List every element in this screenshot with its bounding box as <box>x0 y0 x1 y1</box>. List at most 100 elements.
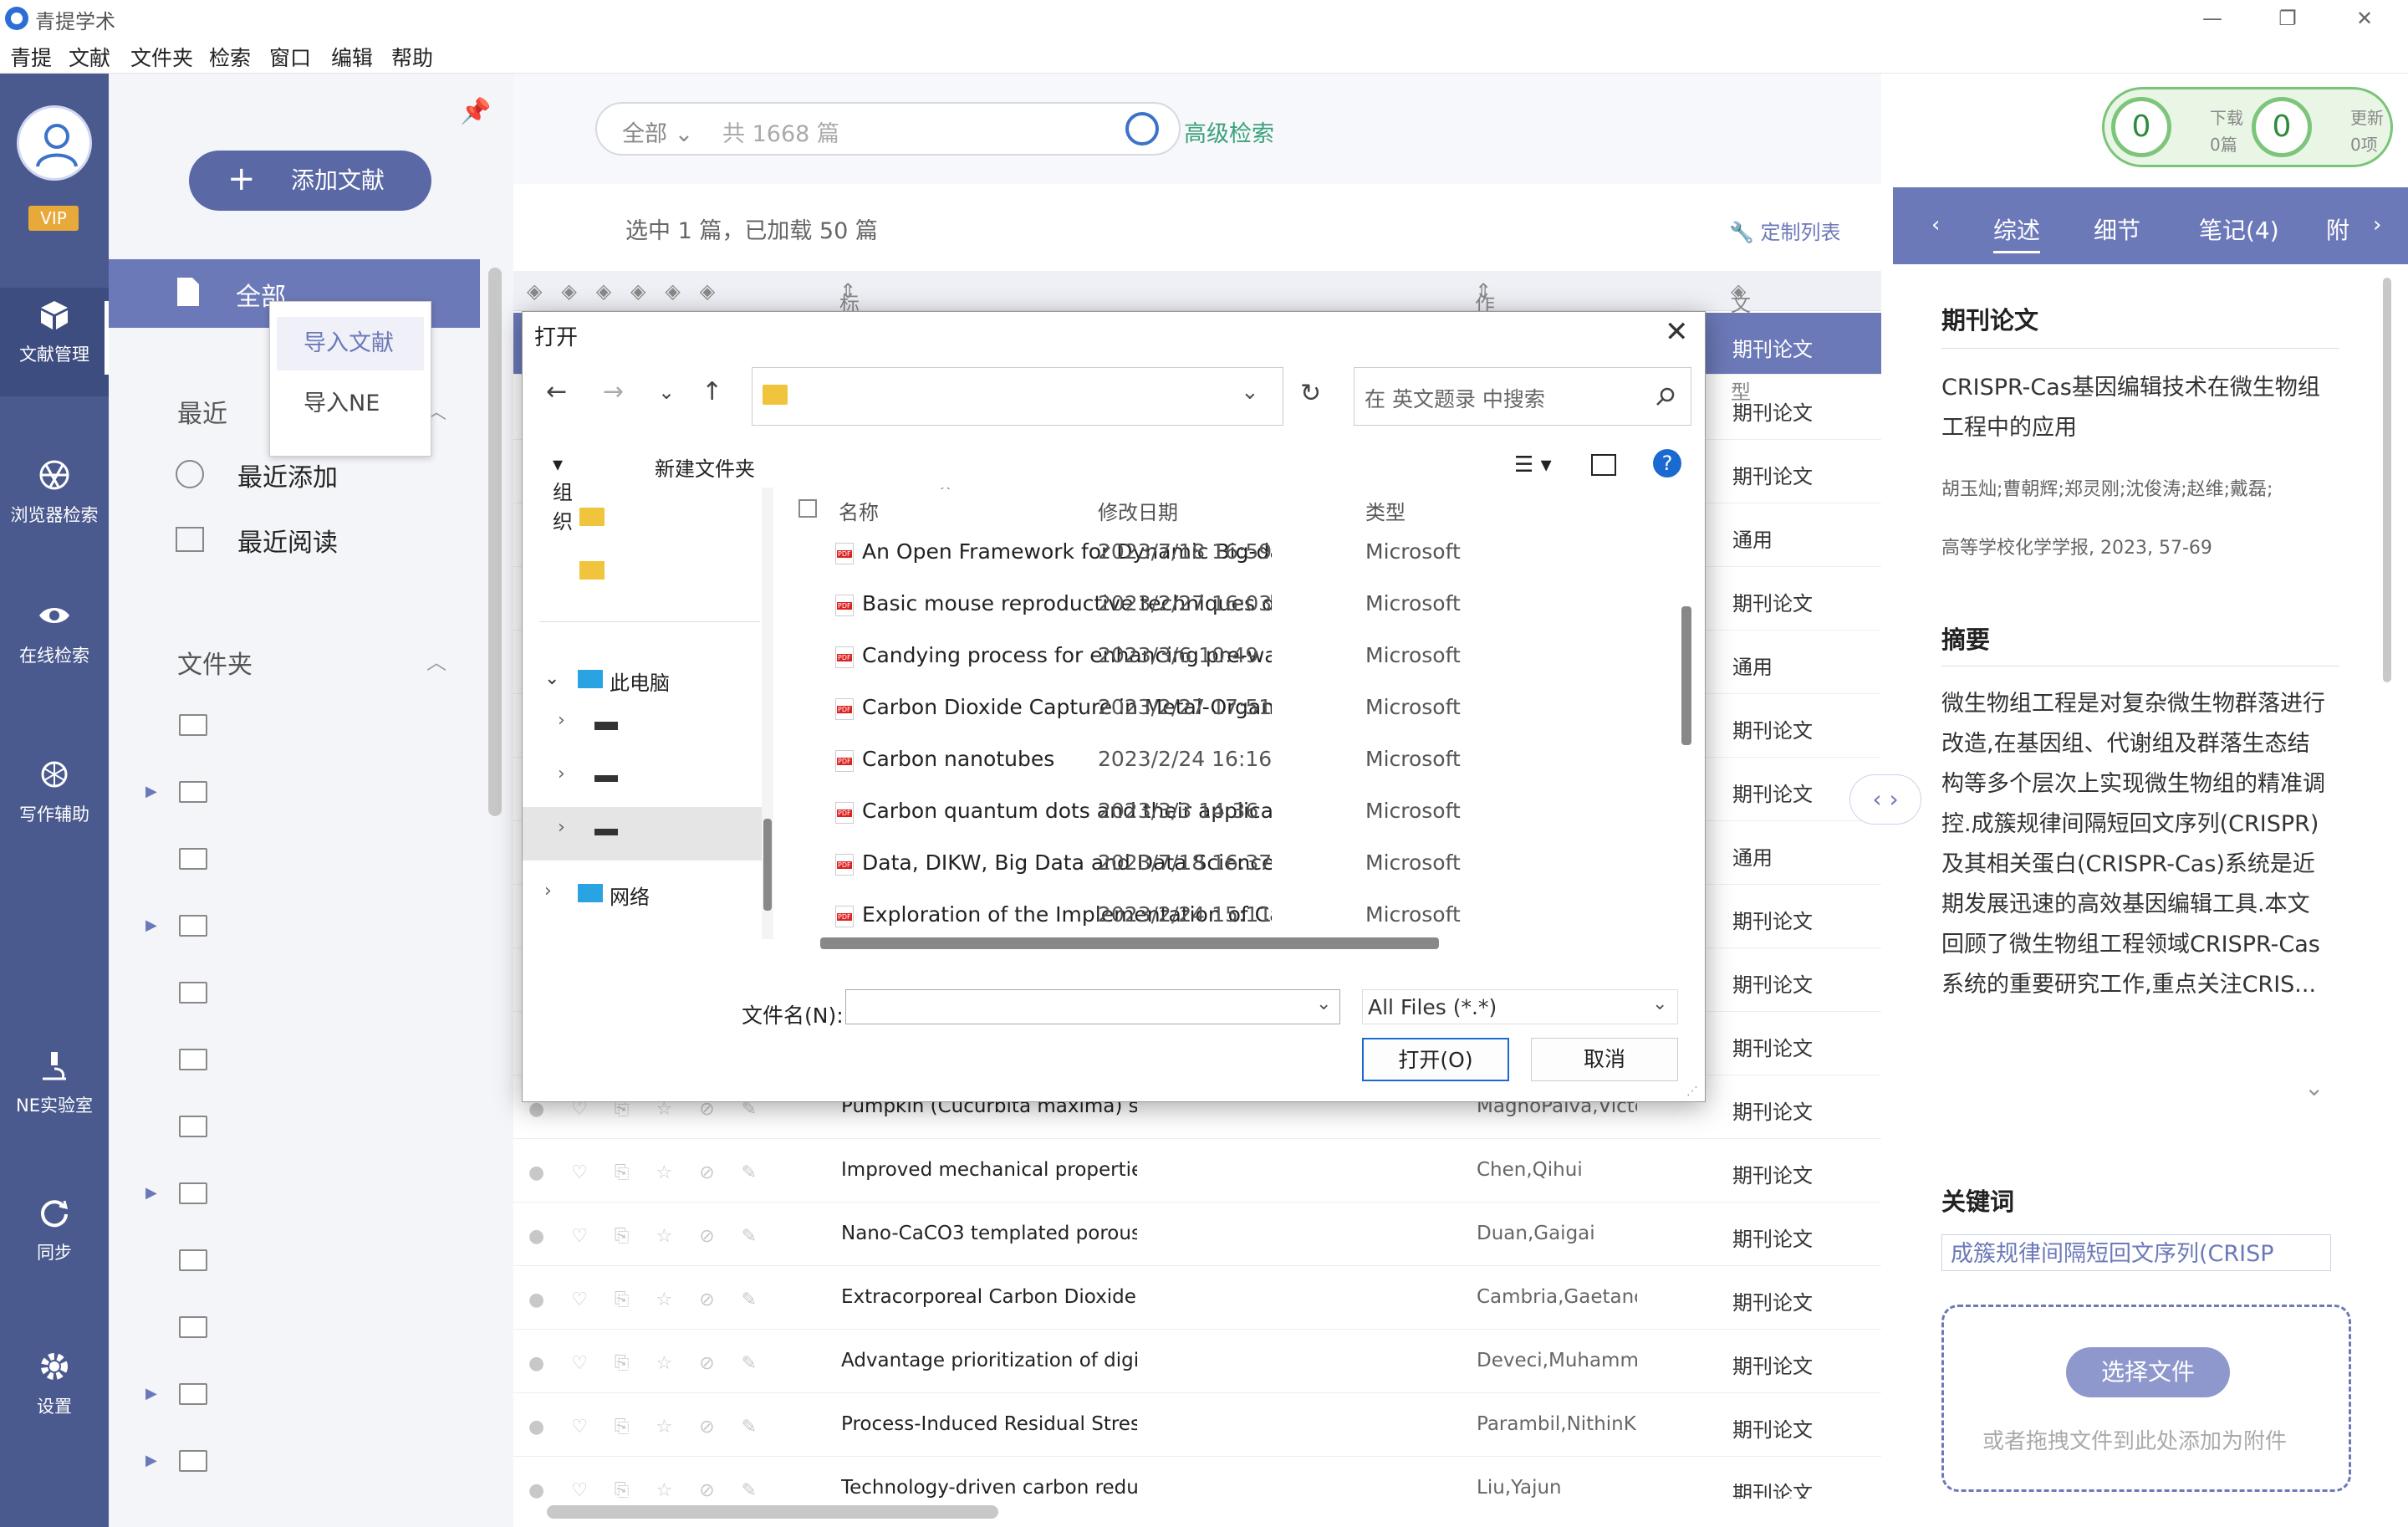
folder-icon[interactable] <box>579 561 605 580</box>
column-title[interactable]: 标题 ⇕ <box>839 279 860 345</box>
expand-triangle-icon[interactable]: ▶ <box>145 1184 157 1202</box>
doc-authors[interactable]: 胡玉灿;曹朝辉;郑灵刚;沈俊涛;赵维;戴磊; <box>1941 470 2328 510</box>
add-literature-button[interactable]: + 添加文献 <box>189 151 431 211</box>
file-row[interactable]: Exploration of the Implementation of Car… <box>788 887 1678 931</box>
tree-scrollbar[interactable] <box>763 819 772 911</box>
expand-triangle-icon[interactable]: ▶ <box>145 1385 157 1402</box>
search-input[interactable]: 全部 ⌄ 共 1668 篇 <box>595 102 1181 156</box>
sidebar-item-literature[interactable]: 文献管理 <box>0 288 109 396</box>
folder-icon[interactable] <box>179 848 207 870</box>
search-icon[interactable] <box>1125 112 1159 146</box>
menu-item-folder[interactable]: 文件夹 <box>130 42 193 72</box>
open-button[interactable]: 打开(O) <box>1362 1038 1509 1081</box>
column-author[interactable]: 作者 ⇕ <box>1475 279 1495 345</box>
recent-read[interactable]: 最近阅读 <box>237 522 338 559</box>
keyword-tag[interactable]: 成簇规律间隔短回文序列(CRISP <box>1941 1234 2331 1271</box>
up-arrow-icon[interactable]: ↑ <box>701 377 722 406</box>
folder-icon[interactable] <box>579 508 605 526</box>
folder-icon[interactable] <box>179 1316 207 1338</box>
tab-notes[interactable]: 笔记(4) <box>2199 212 2279 246</box>
table-row[interactable]: ●♡⎘☆⊘✎ Improved mechanical properties of… <box>513 1139 1881 1203</box>
file-row[interactable]: An Open Framework for Dynamic Big-dat...… <box>788 524 1678 576</box>
search-scope-select[interactable]: 全部 ⌄ <box>622 115 693 148</box>
folder-icon[interactable] <box>179 781 207 803</box>
detail-scrollbar[interactable] <box>2383 278 2391 682</box>
folder-icon[interactable] <box>179 982 207 1004</box>
menu-item-window[interactable]: 窗口 <box>269 42 311 72</box>
table-row[interactable]: ●♡⎘☆⊘✎ Extracorporeal Carbon Dioxide Rem… <box>513 1266 1881 1330</box>
table-row[interactable]: ●♡⎘☆⊘✎ Nano-CaCO3 templated porous carbo… <box>513 1203 1881 1266</box>
tab-attachments[interactable]: 附 <box>2326 212 2349 246</box>
download-update-widget[interactable]: 0 下载 0篇 0 更新 0项 <box>2102 87 2393 167</box>
sidebar-item-online-search[interactable]: 在线检索 <box>0 589 109 697</box>
file-list-hscrollbar[interactable] <box>820 937 1439 949</box>
pin-icon[interactable]: 📌 <box>460 97 491 126</box>
preview-pane-icon[interactable] <box>1591 454 1616 476</box>
column-icon-header[interactable]: ◈ ◈ ◈ ◈ ◈ ◈ <box>527 279 715 303</box>
recent-added[interactable]: 最近添加 <box>237 457 338 493</box>
menu-item-help[interactable]: 帮助 <box>391 42 433 72</box>
folder-icon[interactable] <box>179 1182 207 1204</box>
file-row[interactable]: Carbon quantum dots and their applicati.… <box>788 784 1678 835</box>
help-icon[interactable]: ? <box>1653 449 1681 478</box>
select-all-checkbox[interactable] <box>798 499 817 518</box>
attachment-drop-zone[interactable]: 选择文件 或者拖拽文件到此处添加为附件 <box>1941 1305 2351 1492</box>
custom-list-button[interactable]: 🔧 定制列表 <box>1729 216 1841 245</box>
chevron-right-icon[interactable]: › <box>544 881 552 901</box>
menu-item-import-ne[interactable]: 导入NE <box>277 377 424 431</box>
column-date[interactable]: 修改日期 <box>1098 496 1178 525</box>
folder-icon[interactable] <box>179 915 207 937</box>
menu-item-literature[interactable]: 文献 <box>69 42 110 72</box>
chevron-right-icon[interactable]: › <box>2373 212 2381 237</box>
file-row[interactable]: Carbon nanotubes2023/2/24 16:16Microsoft <box>788 732 1678 784</box>
select-file-button[interactable]: 选择文件 <box>2066 1347 2230 1397</box>
file-row[interactable]: Carbon Dioxide Capture in Metal-Organi..… <box>788 680 1678 732</box>
refresh-icon[interactable]: ↻ <box>1300 379 1321 408</box>
cancel-button[interactable]: 取消 <box>1531 1038 1678 1081</box>
drive-icon[interactable] <box>594 722 618 730</box>
table-row[interactable]: ●♡⎘☆⊘✎ Process-Induced Residual Stress i… <box>513 1393 1881 1457</box>
table-row[interactable]: ●♡⎘☆⊘✎ Advantage prioritization of digit… <box>513 1330 1881 1393</box>
left-panel-scrollbar[interactable] <box>488 268 502 816</box>
sidebar-item-writing[interactable]: 写作辅助 <box>0 748 109 856</box>
drive-icon[interactable] <box>594 775 618 782</box>
chevron-right-icon[interactable]: › <box>558 710 565 731</box>
avatar[interactable] <box>17 105 92 181</box>
column-type[interactable]: 类型 <box>1365 496 1406 525</box>
file-row[interactable]: Basic mouse reproductive techniques de..… <box>788 576 1678 628</box>
chevron-down-icon[interactable]: ⌄ <box>2304 1074 2324 1101</box>
row-icons[interactable]: ●♡⎘☆⊘✎ <box>528 1417 783 1438</box>
column-type[interactable]: 文献类型 ◈ <box>1731 279 1751 404</box>
expand-triangle-icon[interactable]: ▶ <box>145 783 157 800</box>
chevron-down-icon[interactable]: ⌄ <box>544 668 559 689</box>
advanced-search-link[interactable]: 高级检索 <box>1184 115 1274 148</box>
panel-toggle-button[interactable]: ‹ › <box>1849 774 1921 825</box>
chevron-down-icon[interactable]: ⌄ <box>1241 380 1259 405</box>
file-row[interactable]: Data, DIKW, Big Data and Data Science202… <box>788 835 1678 887</box>
dialog-search-input[interactable]: 在 英文题录 中搜索 <box>1354 367 1691 426</box>
expand-triangle-icon[interactable]: ▶ <box>145 1452 157 1469</box>
menu-item-import-literature[interactable]: 导入文献 <box>277 317 424 370</box>
chevron-up-icon[interactable]: ︿ <box>426 646 446 675</box>
row-icons[interactable]: ●♡⎘☆⊘✎ <box>528 1290 783 1310</box>
drive-icon[interactable] <box>594 829 618 835</box>
folder-icon[interactable] <box>179 1116 207 1137</box>
organize-button[interactable]: 组织 ▾ <box>553 452 573 534</box>
tree-network[interactable]: 网络 <box>610 881 650 910</box>
folder-icon[interactable] <box>179 1383 207 1405</box>
resize-grip-icon[interactable]: ⋰ <box>1686 1085 1698 1098</box>
chevron-left-icon[interactable]: ‹ <box>1931 212 1940 237</box>
file-list-vscrollbar[interactable] <box>1681 606 1691 745</box>
sidebar-item-ne-lab[interactable]: NE实验室 <box>0 1039 109 1147</box>
chevron-right-icon[interactable]: › <box>558 817 565 838</box>
filename-input[interactable]: ⌄ <box>845 989 1340 1024</box>
menu-item-edit[interactable]: 编辑 <box>331 42 373 72</box>
folder-icon[interactable] <box>179 1450 207 1472</box>
forward-arrow-icon[interactable]: → <box>603 377 624 406</box>
sidebar-item-sync[interactable]: 同步 <box>0 1186 109 1295</box>
view-menu-icon[interactable]: ☰ ▾ <box>1514 452 1552 478</box>
row-icons[interactable]: ●♡⎘☆⊘✎ <box>528 1226 783 1247</box>
sidebar-item-settings[interactable]: 设置 <box>0 1340 109 1448</box>
minimize-icon[interactable]: — <box>2187 3 2237 33</box>
sidebar-item-browser-search[interactable]: 浏览器检索 <box>0 448 109 557</box>
